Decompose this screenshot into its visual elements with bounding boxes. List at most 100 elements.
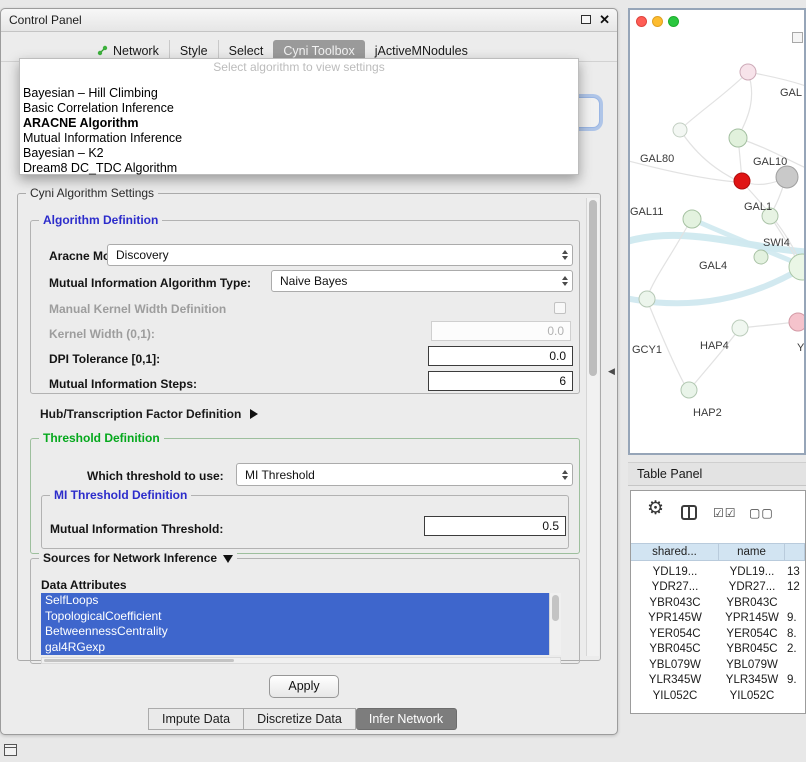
window-toolbar-button[interactable] bbox=[792, 32, 803, 43]
cell: YBL079W bbox=[631, 659, 719, 671]
node-label: GAL80 bbox=[640, 153, 674, 165]
node-label: HAP4 bbox=[700, 340, 729, 352]
graph-node[interactable] bbox=[789, 313, 804, 331]
dpi-tolerance-field[interactable]: 0.0 bbox=[428, 346, 573, 366]
column-header[interactable]: shared... bbox=[631, 544, 719, 560]
cell: 12 bbox=[785, 581, 805, 593]
bottom-tabbar: Impute Data Discretize Data Infer Networ… bbox=[148, 708, 457, 730]
gear-icon[interactable]: ⚙ bbox=[647, 497, 664, 520]
graph-node-highlighted[interactable] bbox=[734, 173, 750, 189]
tab-infer-network[interactable]: Infer Network bbox=[356, 708, 457, 730]
dropdown-item[interactable]: Basic Correlation Inference bbox=[20, 101, 578, 116]
dropdown-item[interactable]: Dream8 DC_TDC Algorithm bbox=[20, 161, 578, 176]
node-label: Y bbox=[797, 342, 804, 354]
cell: YBR045C bbox=[631, 643, 719, 655]
table-panel-header: Table Panel bbox=[628, 462, 806, 486]
column-header[interactable] bbox=[785, 544, 805, 560]
list-vertical-scrollbar[interactable] bbox=[549, 593, 561, 655]
graph-node[interactable] bbox=[776, 166, 798, 188]
close-icon[interactable]: ✕ bbox=[599, 12, 610, 28]
list-horizontal-scrollbar[interactable] bbox=[41, 657, 561, 664]
dropdown-item-selected[interactable]: ARACNE Algorithm bbox=[20, 116, 578, 131]
graph-node[interactable] bbox=[681, 382, 697, 398]
cell: 8. bbox=[785, 628, 805, 640]
deselect-all-checkboxes-icon[interactable]: ▢▢ bbox=[749, 506, 774, 520]
threshold-definition-group: Threshold Definition Which threshold to … bbox=[30, 438, 580, 554]
table-row[interactable]: YBR045CYBR045C2. bbox=[631, 642, 805, 658]
stepper-icon bbox=[562, 276, 568, 286]
table-row[interactable]: YIL052CYIL052C bbox=[631, 688, 805, 704]
graph-node[interactable] bbox=[732, 320, 748, 336]
minimize-traffic-light-icon[interactable] bbox=[652, 16, 663, 27]
aracne-mode-select[interactable]: Discovery bbox=[107, 244, 573, 266]
sources-expander[interactable]: Sources for Network Inference bbox=[39, 551, 237, 565]
manual-kernel-label: Manual Kernel Width Definition bbox=[49, 302, 226, 316]
dpi-tolerance-label: DPI Tolerance [0,1]: bbox=[49, 352, 160, 366]
dropdown-item[interactable]: Mutual Information Inference bbox=[20, 131, 578, 146]
node-label: GAL10 bbox=[753, 156, 787, 168]
cell: 9. bbox=[785, 612, 805, 624]
graph-node[interactable] bbox=[754, 250, 768, 264]
table-row[interactable]: YDL19...YDL19...13 bbox=[631, 564, 805, 580]
select-all-checkboxes-icon[interactable]: ☑☑ bbox=[713, 506, 737, 520]
mi-steps-label: Mutual Information Steps: bbox=[49, 377, 197, 391]
tab-label: Network bbox=[113, 44, 159, 58]
hub-definition-expander[interactable]: Hub/Transcription Factor Definition bbox=[40, 407, 258, 421]
list-item[interactable]: TopologicalCoefficient bbox=[41, 609, 549, 625]
threshold-select[interactable]: MI Threshold bbox=[236, 463, 573, 486]
panel-collapse-handle[interactable]: ◀ bbox=[608, 366, 615, 377]
table-row[interactable]: YER054CYER054C8. bbox=[631, 626, 805, 642]
graph-node[interactable] bbox=[740, 64, 756, 80]
stepper-icon bbox=[562, 250, 568, 260]
tab-label: Select bbox=[229, 44, 264, 58]
column-header[interactable]: name bbox=[719, 544, 785, 560]
list-item[interactable]: BetweennessCentrality bbox=[41, 624, 549, 640]
table-row[interactable]: YDR27...YDR27...12 bbox=[631, 580, 805, 596]
cell: YLR345W bbox=[719, 674, 785, 686]
mi-steps-field[interactable]: 6 bbox=[428, 371, 573, 391]
graph-node[interactable] bbox=[683, 210, 701, 228]
which-threshold-label: Which threshold to use: bbox=[87, 469, 224, 483]
graph-node[interactable] bbox=[729, 129, 747, 147]
list-item[interactable]: gal4RGexp bbox=[41, 640, 549, 656]
mi-threshold-label: Mutual Information Threshold: bbox=[50, 522, 223, 536]
table-row[interactable]: YLR345WYLR345W9. bbox=[631, 673, 805, 689]
algorithm-dropdown: Select algorithm to view settings Bayesi… bbox=[19, 58, 579, 175]
dropdown-placeholder: Select algorithm to view settings bbox=[20, 59, 578, 76]
restore-panel-icon[interactable] bbox=[4, 744, 17, 756]
settings-vertical-scrollbar[interactable] bbox=[586, 198, 599, 656]
tab-label: Cyni Toolbox bbox=[283, 44, 354, 58]
selected-value: Naive Bayes bbox=[280, 274, 347, 288]
cell: YDR27... bbox=[631, 581, 719, 593]
dropdown-item[interactable]: Bayesian – Hill Climbing bbox=[20, 86, 578, 101]
node-label: GAL1 bbox=[744, 201, 772, 213]
tab-discretize-data[interactable]: Discretize Data bbox=[244, 708, 356, 730]
tab-label: jActiveMNodules bbox=[375, 44, 468, 58]
float-window-icon[interactable] bbox=[581, 15, 591, 24]
cell: YER054C bbox=[631, 628, 719, 640]
manual-kernel-checkbox[interactable] bbox=[554, 302, 566, 314]
apply-button[interactable]: Apply bbox=[269, 675, 339, 698]
zoom-traffic-light-icon[interactable] bbox=[668, 16, 679, 27]
kernel-width-field[interactable]: 0.0 bbox=[431, 321, 571, 341]
table-row[interactable]: YBL079WYBL079W bbox=[631, 657, 805, 673]
network-graph[interactable]: GAL GAL80 GAL10 GAL11 GAL1 SWI4 GAL4 GCY… bbox=[630, 10, 804, 453]
control-panel-titlebar: Control Panel ✕ bbox=[1, 9, 617, 32]
list-item[interactable]: SelfLoops bbox=[41, 593, 549, 609]
cell: 9. bbox=[785, 674, 805, 686]
table-row[interactable]: YPR145WYPR145W9. bbox=[631, 611, 805, 627]
graph-node[interactable] bbox=[639, 291, 655, 307]
selected-value: MI Threshold bbox=[245, 468, 315, 482]
close-traffic-light-icon[interactable] bbox=[636, 16, 647, 27]
mi-type-select[interactable]: Naive Bayes bbox=[271, 270, 573, 292]
data-attributes-list: SelfLoops TopologicalCoefficient Between… bbox=[41, 593, 561, 655]
control-panel-window: Control Panel ✕ Network Style Select Cyn… bbox=[0, 8, 618, 735]
graph-node[interactable] bbox=[673, 123, 687, 137]
columns-icon[interactable] bbox=[681, 505, 697, 520]
dropdown-item[interactable]: Bayesian – K2 bbox=[20, 146, 578, 161]
table-row[interactable]: YBR043CYBR043C bbox=[631, 595, 805, 611]
mi-threshold-field[interactable]: 0.5 bbox=[424, 516, 566, 536]
selected-value: Discovery bbox=[116, 248, 169, 262]
tab-impute-data[interactable]: Impute Data bbox=[148, 708, 244, 730]
mi-type-label: Mutual Information Algorithm Type: bbox=[49, 276, 251, 290]
